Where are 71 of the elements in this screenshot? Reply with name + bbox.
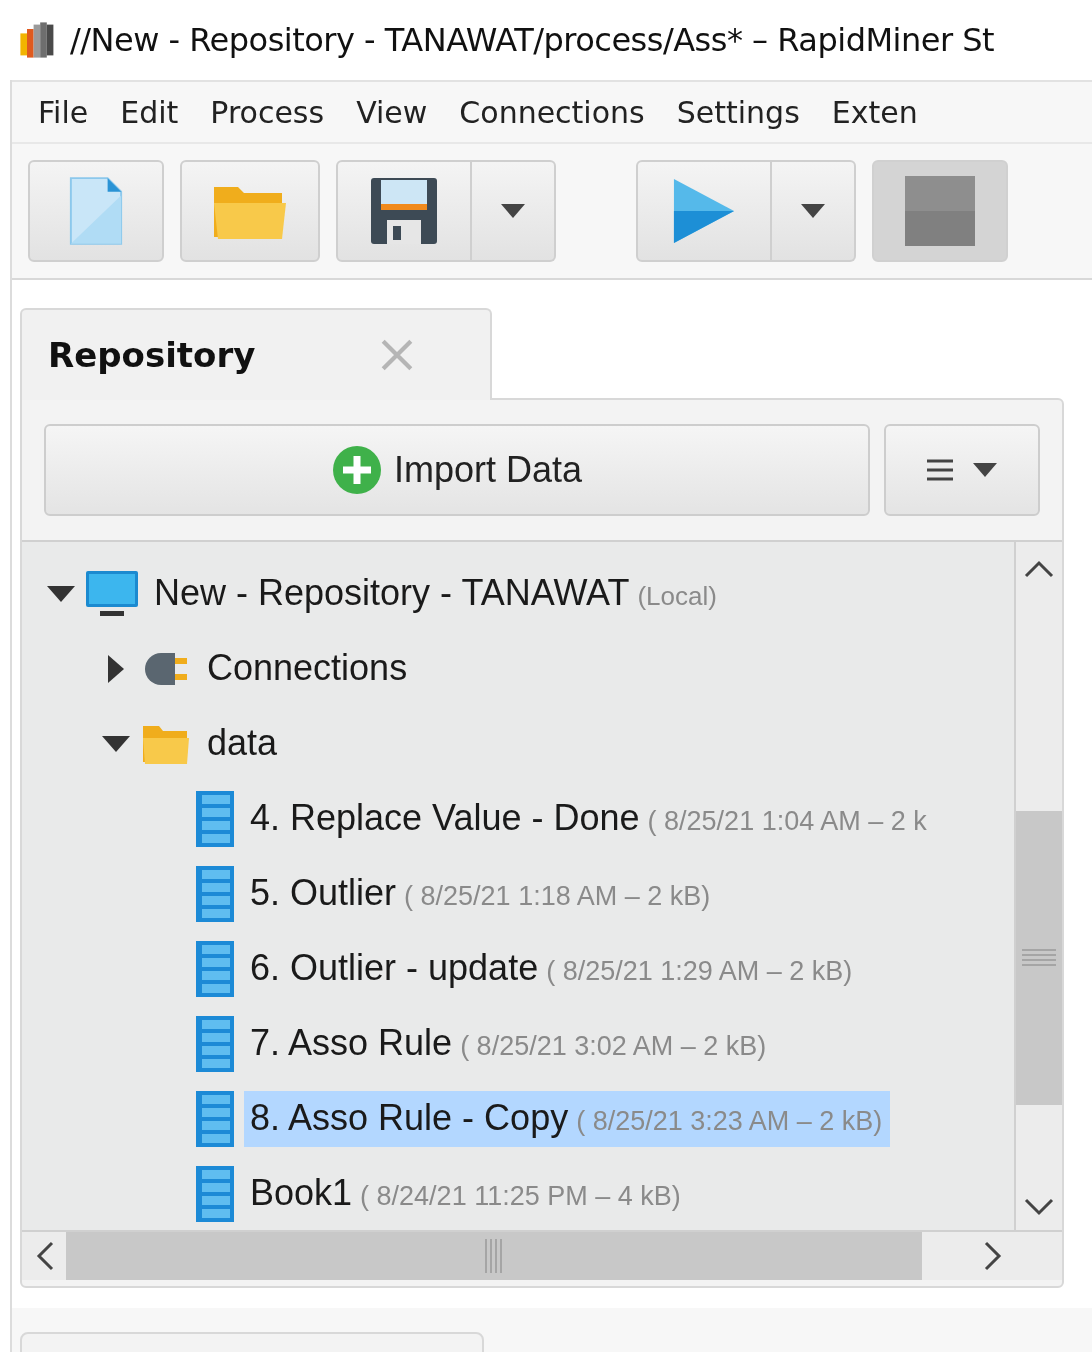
menu-item[interactable]: Settings [676,94,800,130]
item-name: 4. Replace Value - Done [250,796,640,839]
scroll-right-icon[interactable] [984,1241,1002,1271]
item-name: 6. Outlier - update [250,946,539,989]
tree-item[interactable]: 7. Asso Rule ( 8/25/21 3:02 AM – 2 kB) [244,1015,775,1072]
data-table-icon [196,1165,234,1222]
item-details: ( 8/25/21 1:18 AM – 2 kB) [404,880,711,912]
caret-icon [973,463,997,477]
menu-item[interactable]: Connections [459,94,645,130]
window-title: //New - Repository - TANAWAT/process/Ass* – RapidMiner St [70,21,995,59]
close-icon[interactable] [380,338,414,372]
data-table-icon [196,865,234,922]
play-icon [672,176,736,246]
collapse-toggle-icon[interactable] [47,585,75,602]
vertical-scrollbar[interactable] [1016,542,1062,1230]
data-table-icon [196,790,234,847]
stop-icon [905,176,975,246]
dropdown-button[interactable] [472,160,556,262]
data-table-icon [196,1090,234,1147]
item-details: (Local) [637,580,717,612]
tree-item[interactable]: 4. Replace Value - Done ( 8/25/21 1:04 AM – 2 k [244,790,935,847]
scroll-up-icon[interactable] [1024,560,1054,578]
run-button[interactable] [636,160,772,262]
item-details: ( 8/25/21 3:23 AM – 2 kB) [576,1105,883,1137]
new-button[interactable] [28,160,164,262]
open-button[interactable] [180,160,320,262]
scroll-thumb[interactable] [66,1232,922,1280]
dropdown-button[interactable] [772,160,856,262]
scroll-thumb[interactable] [1016,811,1062,1105]
menu-item[interactable]: View [356,94,428,130]
scroll-down-icon[interactable] [1024,1198,1054,1216]
item-name: 5. Outlier [250,871,397,914]
item-name: 7. Asso Rule [250,1021,453,1064]
options-menu-button[interactable] [884,424,1040,516]
tree-item[interactable]: 8. Asso Rule - Copy ( 8/25/21 3:23 AM – 2 kB) [244,1090,891,1147]
tree-item[interactable]: New - Repository - TANAWAT (Local) [148,565,725,622]
tree-item[interactable]: data [201,715,286,772]
item-name: data [207,721,278,764]
save-button[interactable] [336,160,472,262]
menu-item[interactable]: File [38,94,89,130]
tree-item[interactable]: Connections [201,640,416,697]
document-icon [67,176,125,246]
tree-item[interactable]: 5. Outlier ( 8/25/21 1:18 AM – 2 kB) [244,865,719,922]
tree-item[interactable]: Book1 ( 8/24/21 11:25 PM – 4 kB) [244,1165,689,1222]
scroll-left-icon[interactable] [36,1241,54,1271]
menu-item[interactable]: Exten [831,94,918,130]
import-data-button[interactable]: Import Data [44,424,870,516]
item-details: ( 8/25/21 1:29 AM – 2 kB) [546,955,853,987]
data-table-icon [196,1015,234,1072]
tab-label: Repository [48,335,256,375]
item-name: 8. Asso Rule - Copy [250,1096,569,1139]
data-table-icon [196,940,234,997]
item-details: ( 8/25/21 1:04 AM – 2 k [647,805,927,837]
menu-icon [927,459,953,481]
item-name: Connections [207,646,408,689]
add-icon [331,445,382,495]
menu-item[interactable]: Edit [120,94,179,130]
caret-icon [501,204,525,218]
horizontal-scrollbar[interactable] [22,1230,1062,1280]
item-name: Book1 [250,1171,353,1214]
caret-icon [801,204,825,218]
monitor-icon [86,570,138,617]
collapse-toggle-icon[interactable] [102,735,130,752]
menu-item[interactable]: Process [210,94,325,130]
item-name: New - Repository - TANAWAT [154,571,630,614]
save-icon [369,176,439,246]
panel-tab[interactable]: Repository [20,308,492,400]
tree-item[interactable]: 6. Outlier - update ( 8/25/21 1:29 AM – 2 kB) [244,940,861,997]
expand-toggle-icon[interactable] [108,654,124,683]
item-details: ( 8/25/21 3:02 AM – 2 kB) [460,1030,767,1062]
item-details: ( 8/24/21 11:25 PM – 4 kB) [360,1180,681,1212]
